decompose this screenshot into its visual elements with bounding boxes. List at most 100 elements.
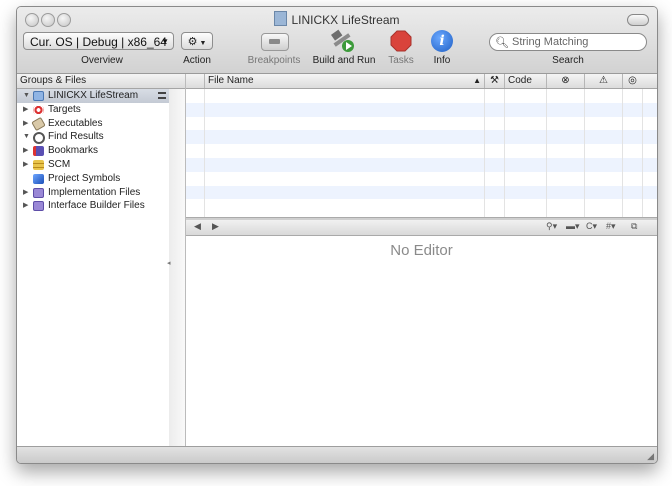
table-row[interactable] — [186, 172, 657, 186]
xcode-window: LINICKX LifeStream Cur. OS | Debug | x86… — [16, 6, 658, 464]
table-row[interactable] — [186, 158, 657, 172]
sidebar-splitter[interactable]: ◂ — [167, 74, 186, 446]
build-and-run-button[interactable] — [330, 29, 356, 53]
table-row[interactable] — [186, 185, 657, 200]
table-row[interactable] — [186, 199, 657, 213]
window-title: LINICKX LifeStream — [17, 11, 657, 27]
resize-grip-icon[interactable]: ◢ — [647, 451, 654, 462]
back-arrow-icon[interactable]: ◀ — [194, 221, 201, 232]
disclosure-collapsed-icon[interactable]: ▶ — [23, 158, 28, 172]
column-build-header[interactable]: ⚒ — [484, 74, 504, 88]
column-file-name-label: File Name — [208, 75, 254, 86]
column-file-name-header[interactable]: File Name ▲ — [204, 74, 484, 88]
breakpoints-button[interactable] — [261, 33, 289, 51]
info-label: Info — [433, 55, 451, 66]
tasks-label: Tasks — [388, 55, 414, 66]
chevron-down-icon: ▼ — [161, 37, 169, 46]
sort-ascending-icon: ▲ — [473, 76, 481, 85]
project-file-icon — [274, 11, 288, 26]
disclosure-collapsed-icon[interactable]: ▶ — [23, 199, 28, 213]
search-field[interactable]: 🔍︎ String Matching — [489, 33, 647, 51]
sidebar-item-interface-builder-files[interactable]: ▶ Interface Builder Files — [17, 199, 169, 213]
cube-icon — [33, 173, 44, 184]
column-target-header[interactable]: ◎ — [622, 74, 642, 88]
column-divider — [622, 89, 623, 217]
table-row[interactable] — [186, 117, 657, 131]
disclosure-collapsed-icon[interactable]: ▶ — [23, 117, 28, 131]
toolbar-toggle-button[interactable] — [627, 14, 649, 26]
tasks-button[interactable] — [390, 30, 412, 52]
search-placeholder: String Matching — [512, 36, 589, 48]
info-button[interactable]: i — [431, 30, 453, 52]
table-row[interactable] — [186, 144, 657, 158]
hammer-icon: ⚒ — [490, 75, 499, 86]
overview-label: Overview — [81, 55, 123, 66]
disclosure-collapsed-icon[interactable]: ▶ — [23, 186, 28, 200]
overview-popup[interactable]: Cur. OS | Debug | x86_64 ▼ — [23, 32, 174, 50]
action-label: Action — [183, 55, 211, 66]
table-row[interactable] — [186, 102, 657, 117]
action-menu-button[interactable]: ⚙ ▼ — [181, 32, 213, 50]
column-checkbox-header[interactable] — [186, 74, 204, 88]
file-list-table[interactable]: File Name ▲ ⚒ Code ⊗ ⚠ ◎ — [186, 74, 657, 217]
bookmarks-popup-icon[interactable]: ⚲▾ — [546, 221, 557, 232]
include-popup-icon[interactable]: #▾ — [606, 221, 616, 232]
file-list-header: File Name ▲ ⚒ Code ⊗ ⚠ ◎ — [186, 74, 657, 89]
table-row[interactable] — [186, 89, 657, 103]
build-and-run-label: Build and Run — [312, 55, 376, 66]
breakpoints-label: Breakpoints — [247, 55, 301, 66]
breakpoint-icon — [269, 39, 280, 44]
table-row[interactable] — [186, 130, 657, 145]
magnifier-icon — [33, 132, 45, 145]
smart-group-icon — [33, 201, 44, 212]
sidebar-item-label: Implementation Files — [48, 186, 141, 198]
editor-pane[interactable]: No Editor — [186, 236, 657, 446]
column-warnings-header[interactable]: ⚠ — [584, 74, 622, 88]
error-icon: ⊗ — [561, 75, 570, 86]
sidebar-item-label: SCM — [48, 158, 71, 170]
info-icon: i — [439, 33, 445, 49]
column-divider — [642, 89, 643, 217]
column-errors-header[interactable]: ⊗ — [546, 74, 584, 88]
sidebar-item-project[interactable]: ▼ LINICKX LifeStream — [17, 89, 169, 103]
gear-icon: ⚙ — [187, 36, 198, 48]
sidebar-resize-handle[interactable] — [169, 74, 185, 89]
status-bar: ◢ — [17, 446, 657, 463]
sidebar-item-label: Executables — [48, 117, 103, 129]
sidebar-item-project-symbols[interactable]: Project Symbols — [17, 172, 169, 186]
sidebar-item-executables[interactable]: ▶ Executables — [17, 116, 169, 131]
column-code-header[interactable]: Code — [504, 74, 546, 88]
disclosure-expanded-icon[interactable]: ▼ — [23, 89, 30, 103]
search-label: Search — [552, 55, 584, 66]
scm-icon — [33, 159, 44, 170]
groups-and-files-sidebar: Groups & Files ▼ LINICKX LifeStream ▶ Ta… — [17, 74, 170, 446]
disclosure-collapsed-icon[interactable]: ▶ — [23, 103, 28, 117]
sidebar-item-targets[interactable]: ▶ Targets — [17, 103, 169, 117]
disclosure-expanded-icon[interactable]: ▼ — [23, 130, 30, 144]
list-menu-icon[interactable] — [158, 92, 166, 99]
no-editor-message: No Editor — [390, 242, 453, 259]
disclosure-collapsed-icon[interactable]: ▶ — [23, 144, 28, 158]
warning-icon: ⚠ — [599, 75, 608, 86]
split-editor-icon[interactable]: ⧉ — [631, 221, 637, 232]
sidebar-item-label: Targets — [48, 103, 81, 115]
titlebar: LINICKX LifeStream Cur. OS | Debug | x86… — [17, 7, 657, 74]
sidebar-item-scm[interactable]: ▶ SCM — [17, 158, 169, 172]
sidebar-item-bookmarks[interactable]: ▶ Bookmarks — [17, 144, 169, 158]
sidebar-item-label: LINICKX LifeStream — [48, 90, 139, 101]
sidebar-item-find-results[interactable]: ▼ Find Results — [17, 130, 169, 145]
function-popup-icon[interactable]: ▬▾ — [566, 221, 580, 232]
bookmark-icon — [33, 146, 44, 157]
column-divider — [546, 89, 547, 217]
forward-arrow-icon[interactable]: ▶ — [212, 221, 219, 232]
column-divider — [484, 89, 485, 217]
sidebar-item-label: Project Symbols — [48, 172, 121, 184]
project-icon — [33, 91, 44, 101]
executable-icon — [31, 116, 46, 131]
splitter-grip-icon: ◂ — [167, 260, 171, 267]
smart-group-icon — [33, 187, 44, 198]
sidebar-item-implementation-files[interactable]: ▶ Implementation Files — [17, 186, 169, 200]
stop-icon — [390, 30, 412, 52]
class-popup-icon[interactable]: C▾ — [586, 221, 597, 232]
target-membership-icon: ◎ — [628, 75, 637, 86]
